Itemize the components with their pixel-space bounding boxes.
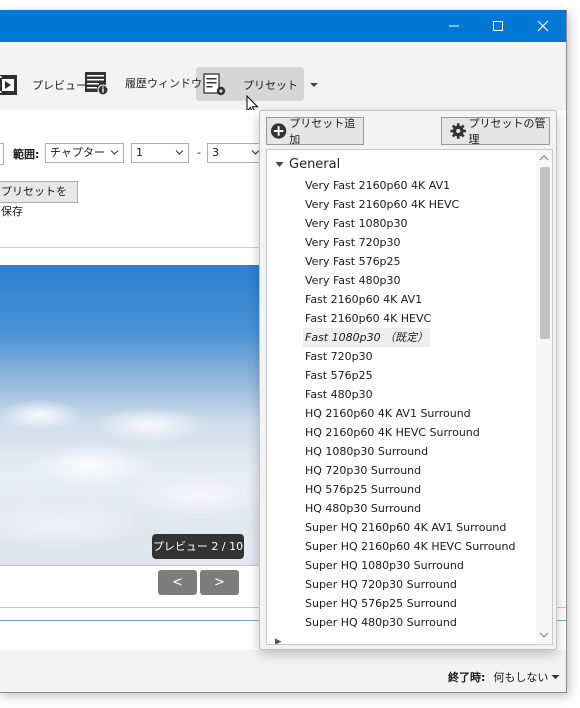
preset-item[interactable]: Fast 576p25 [305,366,373,385]
when-done-control[interactable]: 終了時: 何もしない [448,669,560,685]
next-preview-button[interactable]: > [200,570,239,595]
close-icon [537,20,549,32]
previous-preview-button[interactable]: < [158,570,197,595]
when-done-label: 終了時: [448,671,486,684]
preset-item[interactable]: Fast 480p30 [305,385,373,404]
preset-item[interactable]: Super HQ 2160p60 4K AV1 Surround [305,518,506,537]
manage-presets-label: プリセットの管理 [468,117,546,146]
preset-item[interactable]: Super HQ 720p30 Surround [305,575,457,594]
history-window-icon [85,72,109,96]
when-done-value: 何もしない [493,671,549,684]
preset-item[interactable]: Fast 720p30 [305,347,373,366]
maximize-icon [493,21,503,31]
minimize-icon [449,25,459,27]
preset-item[interactable]: Super HQ 2160p60 4K HEVC Surround [305,537,515,556]
preset-item[interactable]: Super HQ 480p30 Surround [305,613,457,632]
history-toolbar-button[interactable]: 履歴ウィンドウ [84,65,202,101]
divider [0,247,266,248]
preset-settings-icon [203,73,226,96]
add-preset-label: プリセット追加 [289,117,356,146]
presets-dropdown-panel: プリセット追加 プリセットの管理 General Very Fast 2160p… [259,110,557,650]
preset-item[interactable]: HQ 480p30 Surround [305,499,421,518]
preset-item[interactable]: Very Fast 1080p30 [305,214,408,233]
range-end-select[interactable]: 3 [207,143,265,163]
preset-item[interactable]: Very Fast 2160p60 4K HEVC [305,195,459,214]
preset-item[interactable]: HQ 1080p30 Surround [305,442,428,461]
preset-item[interactable]: Super HQ 1080p30 Surround [305,556,464,575]
chevron-down-icon [110,150,119,155]
range-start-value: 1 [136,146,143,159]
manage-presets-button[interactable]: プリセットの管理 [441,117,550,146]
divider [0,565,260,566]
scroll-down-icon[interactable] [536,628,552,642]
preset-item[interactable]: Very Fast 480p30 [305,271,401,290]
preset-item[interactable]: HQ 2160p60 4K HEVC Surround [305,423,480,442]
plus-circle-icon [270,123,287,139]
preset-item[interactable]: Very Fast 576p25 [305,252,401,271]
preview-counter: プレビュー 2 / 10 [152,534,244,559]
history-toolbar-label: 履歴ウィンドウ [125,77,202,90]
film-icon [0,75,17,95]
scroll-up-icon[interactable] [536,151,552,165]
dropdown-arrow-icon [551,675,560,679]
preset-item[interactable]: HQ 576p25 Surround [305,480,421,499]
add-preset-button[interactable]: プリセット追加 [266,117,364,146]
range-separator: - [197,146,201,159]
presets-toolbar-button[interactable]: プリセット [203,67,319,103]
range-start-select[interactable]: 1 [131,143,189,163]
maximize-button[interactable] [475,10,521,42]
preset-item[interactable]: HQ 720p30 Surround [305,461,421,480]
preset-item[interactable]: HQ 2160p60 4K AV1 Surround [305,404,471,423]
next-group-partial: ▸ [275,634,282,645]
presets-toolbar-label: プリセット [243,79,298,92]
preview-toolbar-label: プレビュー [32,79,87,92]
range-mode-value: チャプター [50,146,105,159]
minimize-button[interactable] [431,10,477,42]
scrollbar-thumb[interactable] [540,167,550,339]
preset-item[interactable]: Fast 1080p30 （既定） [303,328,431,347]
preview-toolbar-button[interactable]: プレビュー [0,67,87,103]
preset-item[interactable]: Very Fast 2160p60 4K AV1 [305,176,450,195]
collapse-triangle-icon [275,161,284,167]
gear-icon [450,123,467,139]
preset-list[interactable]: General Very Fast 2160p60 4K AV1 Very Fas… [266,149,553,645]
toolbar: プレビュー 履歴ウィンドウ プリセット [0,57,566,97]
preset-group-general[interactable]: General [275,155,340,173]
preview-image [0,265,260,565]
chevron-down-icon [175,150,184,155]
preset-item[interactable]: Fast 2160p60 4K AV1 [305,290,422,309]
preset-list-scrollbar[interactable] [536,150,552,644]
preset-group-label: General [289,156,341,172]
save-preset-button[interactable]: プリセットを保存 [0,181,78,218]
range-label: 範囲: [13,148,40,161]
preset-item[interactable]: Super HQ 576p25 Surround [305,594,457,613]
dropdown-arrow-icon [310,83,318,87]
title-bar[interactable] [0,10,566,42]
close-button[interactable] [520,10,566,42]
app-window: プレビュー 履歴ウィンドウ プリセット 範囲: チャプター 1 - 3 プリセッ… [0,10,567,693]
preset-item[interactable]: Fast 2160p60 4K HEVC [305,309,431,328]
source-selector-edge[interactable] [0,143,4,165]
range-mode-select[interactable]: チャプター [45,143,124,163]
preset-item[interactable]: Very Fast 720p30 [305,233,401,252]
range-end-value: 3 [212,146,219,159]
